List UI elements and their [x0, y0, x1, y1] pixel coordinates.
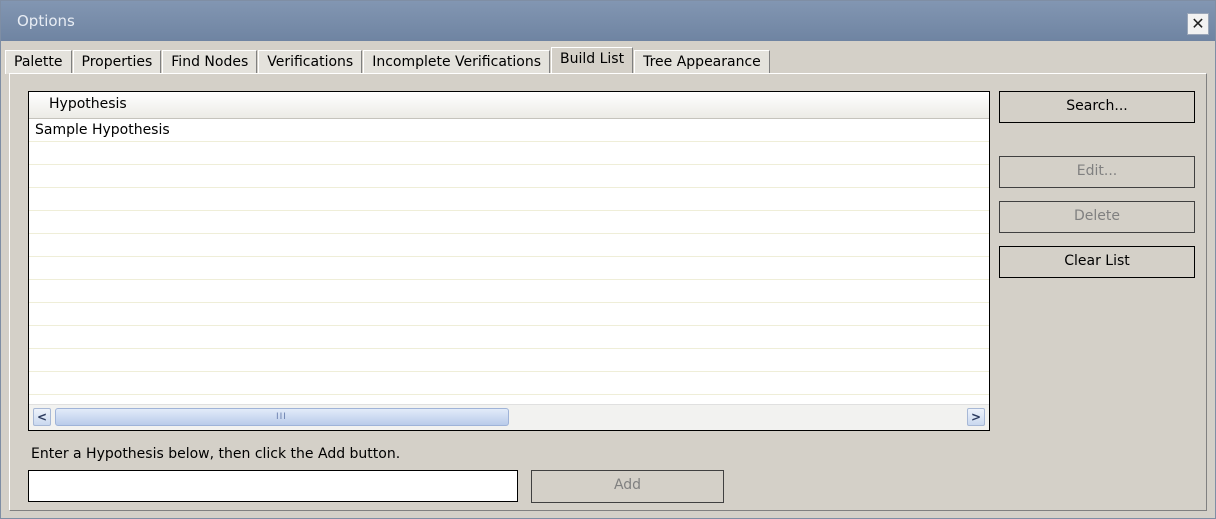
scroll-left-icon[interactable]: <	[33, 408, 51, 426]
delete-button[interactable]: Delete	[999, 201, 1195, 233]
tab-strip: Palette Properties Find Nodes Verificati…	[5, 46, 771, 74]
search-button[interactable]: Search...	[999, 91, 1195, 123]
entry-instruction: Enter a Hypothesis below, then click the…	[31, 446, 401, 462]
column-header-hypothesis[interactable]: Hypothesis	[29, 92, 989, 119]
close-icon[interactable]: ✕	[1187, 13, 1209, 35]
hypothesis-input[interactable]	[28, 470, 518, 502]
clear-list-button[interactable]: Clear List	[999, 246, 1195, 278]
scroll-right-icon[interactable]: >	[967, 408, 985, 426]
tab-incomplete-verifications[interactable]: Incomplete Verifications	[363, 50, 551, 74]
tab-find-nodes[interactable]: Find Nodes	[162, 50, 258, 74]
tab-build-list[interactable]: Build List	[551, 47, 634, 74]
tab-tree-appearance[interactable]: Tree Appearance	[634, 50, 770, 74]
add-button[interactable]: Add	[531, 470, 724, 503]
title-bar: Options ✕	[1, 1, 1215, 41]
edit-button[interactable]: Edit...	[999, 156, 1195, 188]
column-header-label: Hypothesis	[49, 96, 127, 112]
tab-properties[interactable]: Properties	[72, 50, 162, 74]
list-item[interactable]: Sample Hypothesis	[35, 122, 170, 138]
window-title: Options	[17, 12, 75, 30]
options-window: Options ✕ Palette Properties Find Nodes …	[0, 0, 1216, 519]
scrollbar-thumb[interactable]: III	[55, 408, 509, 426]
hypothesis-list[interactable]: Hypothesis Sample Hypothesis < III >	[28, 91, 990, 431]
horizontal-scrollbar[interactable]: < III >	[29, 404, 989, 430]
tab-palette[interactable]: Palette	[5, 50, 72, 74]
list-rows: Sample Hypothesis	[29, 119, 989, 405]
tab-verifications[interactable]: Verifications	[258, 50, 363, 74]
grip-icon: III	[276, 412, 287, 422]
